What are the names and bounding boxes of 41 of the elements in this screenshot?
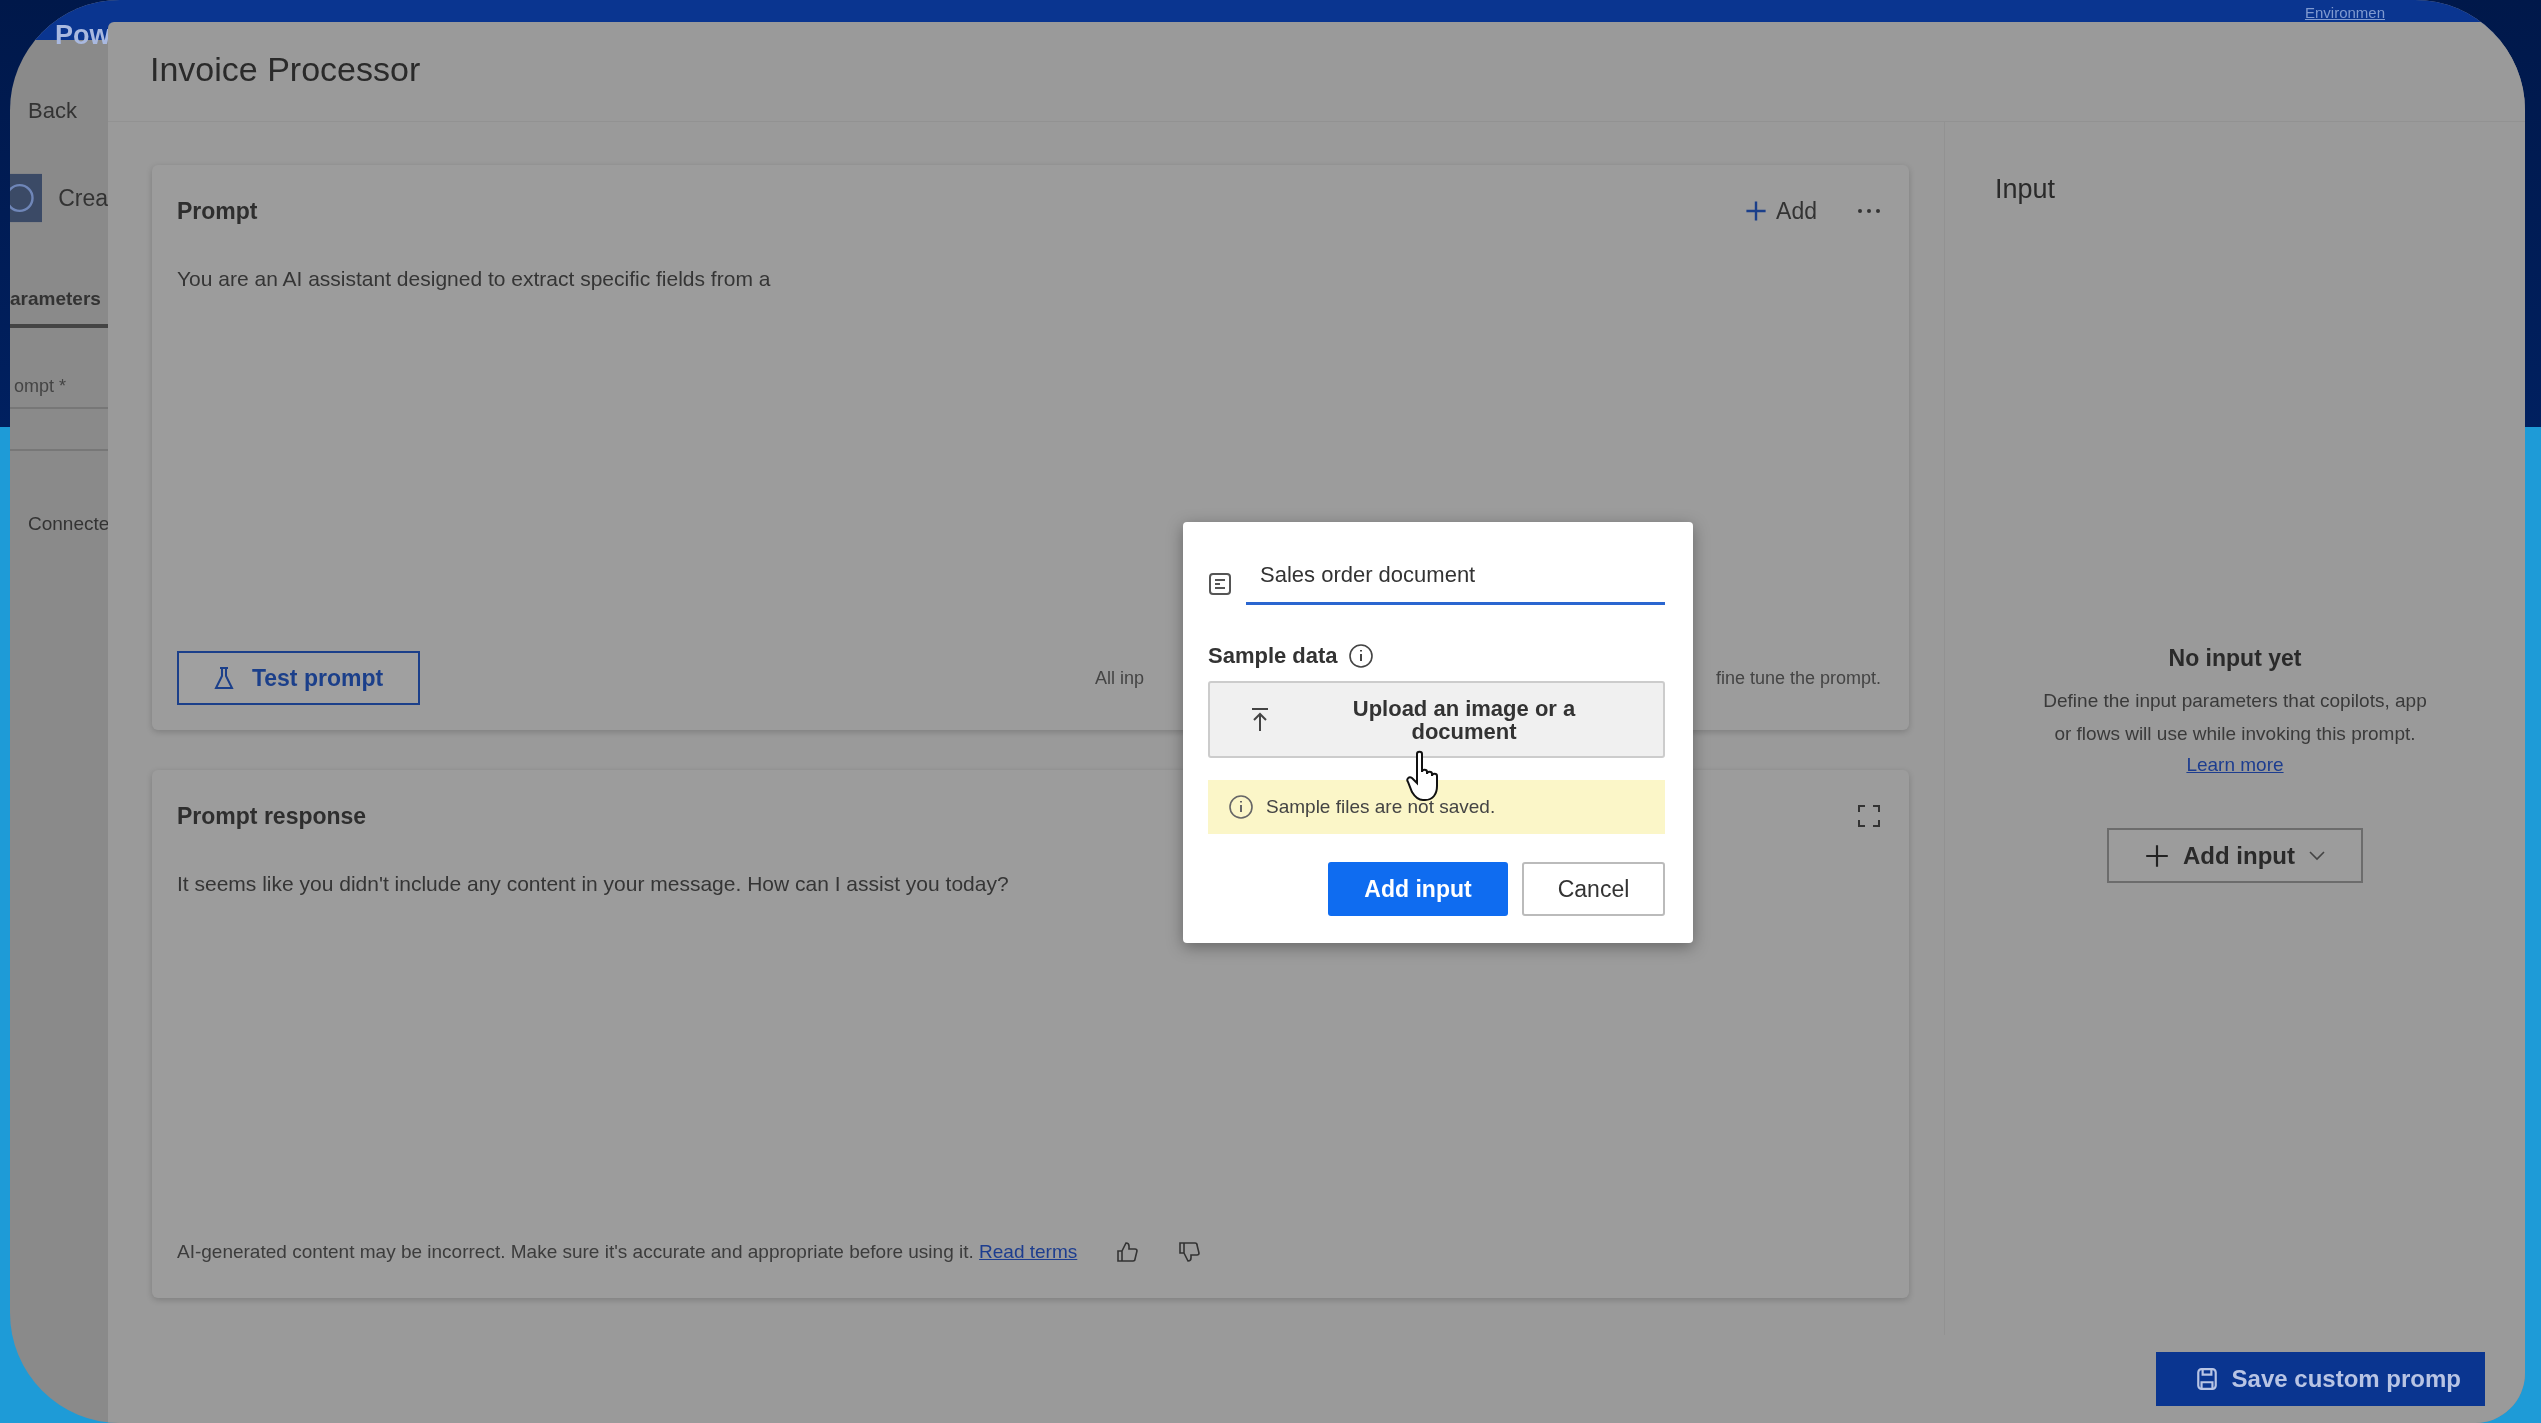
cancel-button[interactable]: Cancel (1522, 862, 1665, 916)
plus-icon (1744, 199, 1769, 223)
notice-text: Sample files are not saved. (1266, 796, 1496, 818)
flask-icon (213, 666, 234, 690)
empty-state-title: No input yet (2168, 645, 2302, 672)
upload-button[interactable]: Upload an image or a document (1208, 681, 1665, 758)
save-button[interactable]: Save custom promp (2155, 1352, 2485, 1406)
disclaimer-text: AI-generated content may be incorrect. Make sure it's accurate and appropriate before using it. Read terms (177, 1241, 1078, 1263)
hint-text: fine tune the prompt. (1715, 667, 1881, 689)
hint-text: All inp (1095, 667, 1145, 689)
prompt-text[interactable]: You are an AI assistant designed to extract specific fields from a (177, 267, 771, 291)
back-link[interactable]: Back (10, 98, 108, 124)
more-icon[interactable] (1857, 208, 1881, 214)
plus-icon (2145, 843, 2169, 868)
thumbs-down-icon[interactable] (1177, 1240, 1202, 1264)
environment-label[interactable]: Environmen (2304, 0, 2385, 21)
panel-title: Invoice Processor (150, 50, 421, 88)
read-terms-link[interactable]: Read terms (979, 1241, 1078, 1262)
empty-state-text: Define the input parameters that copilots, app or flows will use while invoking this prompt. (2043, 689, 2427, 746)
document-icon (1208, 571, 1232, 596)
field-label: Sample data (1208, 643, 1338, 669)
info-icon (1228, 794, 1254, 820)
nav-item[interactable]: Connecte (10, 513, 108, 535)
upload-icon (1250, 706, 1270, 733)
panel-heading: Input (1995, 174, 2057, 205)
card-title: Prompt (177, 197, 258, 225)
add-button[interactable]: Add (1744, 197, 1817, 225)
chevron-down-icon (2309, 850, 2325, 861)
add-input-button[interactable]: Add input (1328, 862, 1508, 916)
expand-icon[interactable] (1857, 804, 1881, 828)
add-input-button[interactable]: Add input (2107, 828, 2363, 883)
field-label: ompt * (13, 376, 68, 397)
app-name: Crea (58, 184, 108, 212)
thumbs-up-icon[interactable] (1115, 1240, 1140, 1264)
learn-more-link[interactable]: Learn more (2186, 754, 2284, 776)
test-prompt-button[interactable]: Test prompt (177, 651, 420, 705)
info-icon[interactable] (1347, 643, 1374, 669)
save-icon (2195, 1367, 2218, 1391)
card-title: Prompt response (177, 802, 367, 830)
response-text: It seems like you didn't include any content in your message. How can I assist you today? (177, 872, 1009, 896)
name-field[interactable]: Sales order document (1246, 562, 1665, 605)
